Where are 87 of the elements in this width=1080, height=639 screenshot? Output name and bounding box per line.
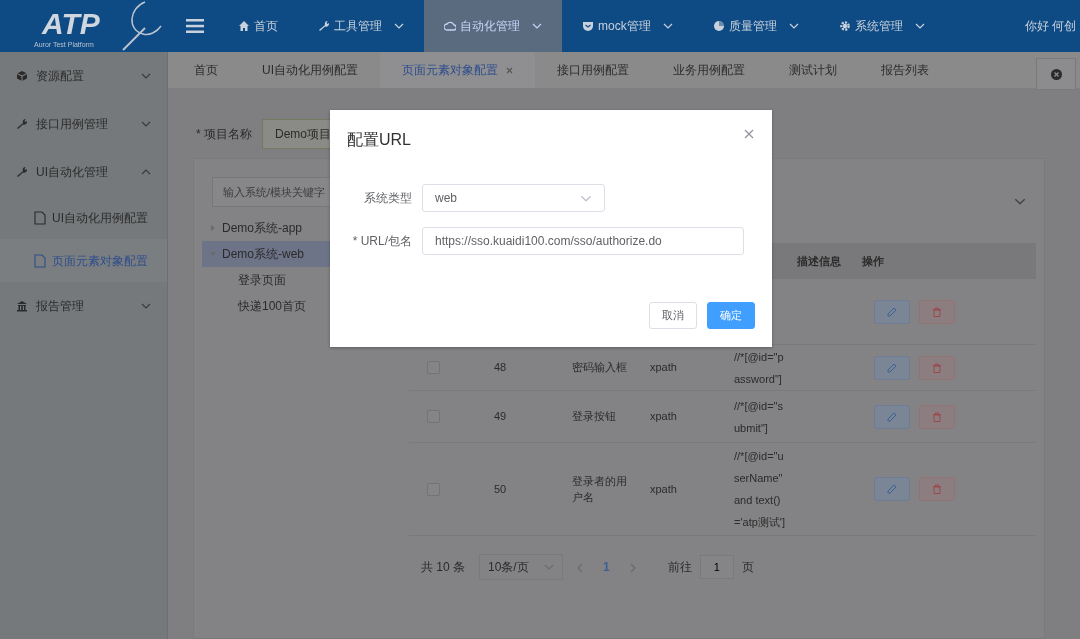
cube-icon xyxy=(16,70,28,82)
goto-suffix: 页 xyxy=(741,559,754,576)
close-icon[interactable] xyxy=(506,66,513,74)
delete-button[interactable] xyxy=(919,355,955,380)
tab[interactable]: 业务用例配置 xyxy=(651,52,767,88)
trash-icon xyxy=(932,362,942,373)
table-cell-text: //*[@id="password"] xyxy=(734,349,785,387)
table-cell-text: xpath xyxy=(650,360,677,376)
pencil-icon xyxy=(887,306,897,317)
tab[interactable]: 页面元素对象配置 xyxy=(380,52,535,88)
trash-icon xyxy=(932,411,942,422)
tab[interactable]: 首页 xyxy=(172,52,240,88)
page-input[interactable]: 1 xyxy=(699,555,734,579)
caret-icon xyxy=(580,194,592,202)
page-size-select[interactable]: 10条/页 xyxy=(479,554,563,580)
sidebar-item[interactable]: UI自动化管理 xyxy=(0,148,167,196)
menu-icon[interactable] xyxy=(186,19,204,33)
wrench-icon xyxy=(16,166,28,178)
pencil-icon xyxy=(887,411,897,422)
nav-menu-item[interactable]: 系统管理 xyxy=(818,0,945,52)
chevron-right-icon xyxy=(629,562,636,573)
table-cell-text: xpath xyxy=(650,481,677,497)
pencil-icon xyxy=(887,484,897,494)
home-icon xyxy=(238,20,250,32)
delete-button[interactable] xyxy=(919,477,955,501)
delete-button[interactable] xyxy=(919,299,955,324)
field-label: * 项目名称 xyxy=(196,126,252,143)
nav-menu-item[interactable]: 质量管理 xyxy=(692,0,819,52)
confirm-button[interactable]: 确定 xyxy=(707,302,755,329)
user-greeting[interactable]: 你好 何创 xyxy=(1024,17,1080,35)
table-cell-text: 登录按钮 xyxy=(572,409,616,425)
tab[interactable]: 报告列表 xyxy=(859,52,951,88)
wrench-icon xyxy=(318,20,330,32)
shield-icon xyxy=(582,20,594,32)
sidebar-item[interactable]: 接口用例管理 xyxy=(0,100,167,148)
delete-button[interactable] xyxy=(919,404,955,429)
chevron-down-icon xyxy=(141,121,151,127)
goto-label: 前往 xyxy=(667,559,692,576)
collapse-icon[interactable] xyxy=(1014,197,1026,205)
document-icon xyxy=(34,253,46,268)
close-tabs-button[interactable] xyxy=(1036,58,1076,90)
column-header: 描述信息 xyxy=(797,253,841,269)
edit-button[interactable] xyxy=(874,355,910,380)
trash-icon xyxy=(932,306,942,317)
close-circle-icon xyxy=(1050,68,1062,80)
chevron-left-icon xyxy=(577,562,583,573)
edit-button[interactable] xyxy=(874,477,910,501)
nav-menu-item[interactable]: 工具管理 xyxy=(298,0,424,52)
close-icon xyxy=(744,129,754,139)
bank-icon xyxy=(16,300,28,312)
pencil-icon xyxy=(887,362,897,373)
table-cell-text: 密码输入框 xyxy=(572,360,627,376)
cloud-icon xyxy=(444,20,456,32)
table-cell-text: 48 xyxy=(494,360,507,376)
table-cell-text: 49 xyxy=(494,409,507,425)
wrench-icon xyxy=(16,118,28,130)
sidebar-item[interactable]: 资源配置 xyxy=(0,52,167,100)
table-cell-text: xpath xyxy=(650,409,677,425)
column-header: 操作 xyxy=(862,253,884,269)
total-count: 共 10 条 xyxy=(421,559,465,576)
table-cell-text: 登录者的用户名 xyxy=(572,473,628,505)
chevron-down-icon xyxy=(141,73,151,79)
system-type-select[interactable]: web xyxy=(422,184,605,212)
tab[interactable]: UI自动化用例配置 xyxy=(240,52,380,88)
caret-icon xyxy=(544,564,554,570)
pie-chart-icon xyxy=(712,20,725,32)
chevron-up-icon xyxy=(141,169,151,175)
tab[interactable]: 测试计划 xyxy=(767,52,859,88)
sidebar-subitem[interactable]: UI自动化用例配置 xyxy=(0,196,167,239)
table-cell-text: 50 xyxy=(494,481,507,497)
cancel-button[interactable]: 取消 xyxy=(649,302,697,329)
edit-button[interactable] xyxy=(874,404,910,429)
nav-menu-item[interactable]: 首页 xyxy=(218,0,298,52)
url-input-field[interactable]: https://sso.kuaidi100.com/sso/authorize.do xyxy=(422,227,744,255)
close-button[interactable] xyxy=(744,129,754,139)
table-cell-text: //*[@id="submit"] xyxy=(734,398,784,436)
gear-icon xyxy=(838,20,851,32)
trash-icon xyxy=(932,484,942,494)
nav-menu-item[interactable]: mock管理 xyxy=(562,0,693,52)
document-icon xyxy=(34,210,46,225)
edit-button[interactable] xyxy=(874,299,910,324)
chevron-down-icon xyxy=(141,303,151,309)
nav-menu-item[interactable]: 自动化管理 xyxy=(424,0,562,52)
sidebar-item[interactable]: 报告管理 xyxy=(0,282,167,330)
table-cell-text: //*[@id="userName" and text()='atp测试'] xyxy=(734,449,786,530)
logo-text: ATP xyxy=(42,9,100,39)
tab[interactable]: 接口用例配置 xyxy=(535,52,651,88)
